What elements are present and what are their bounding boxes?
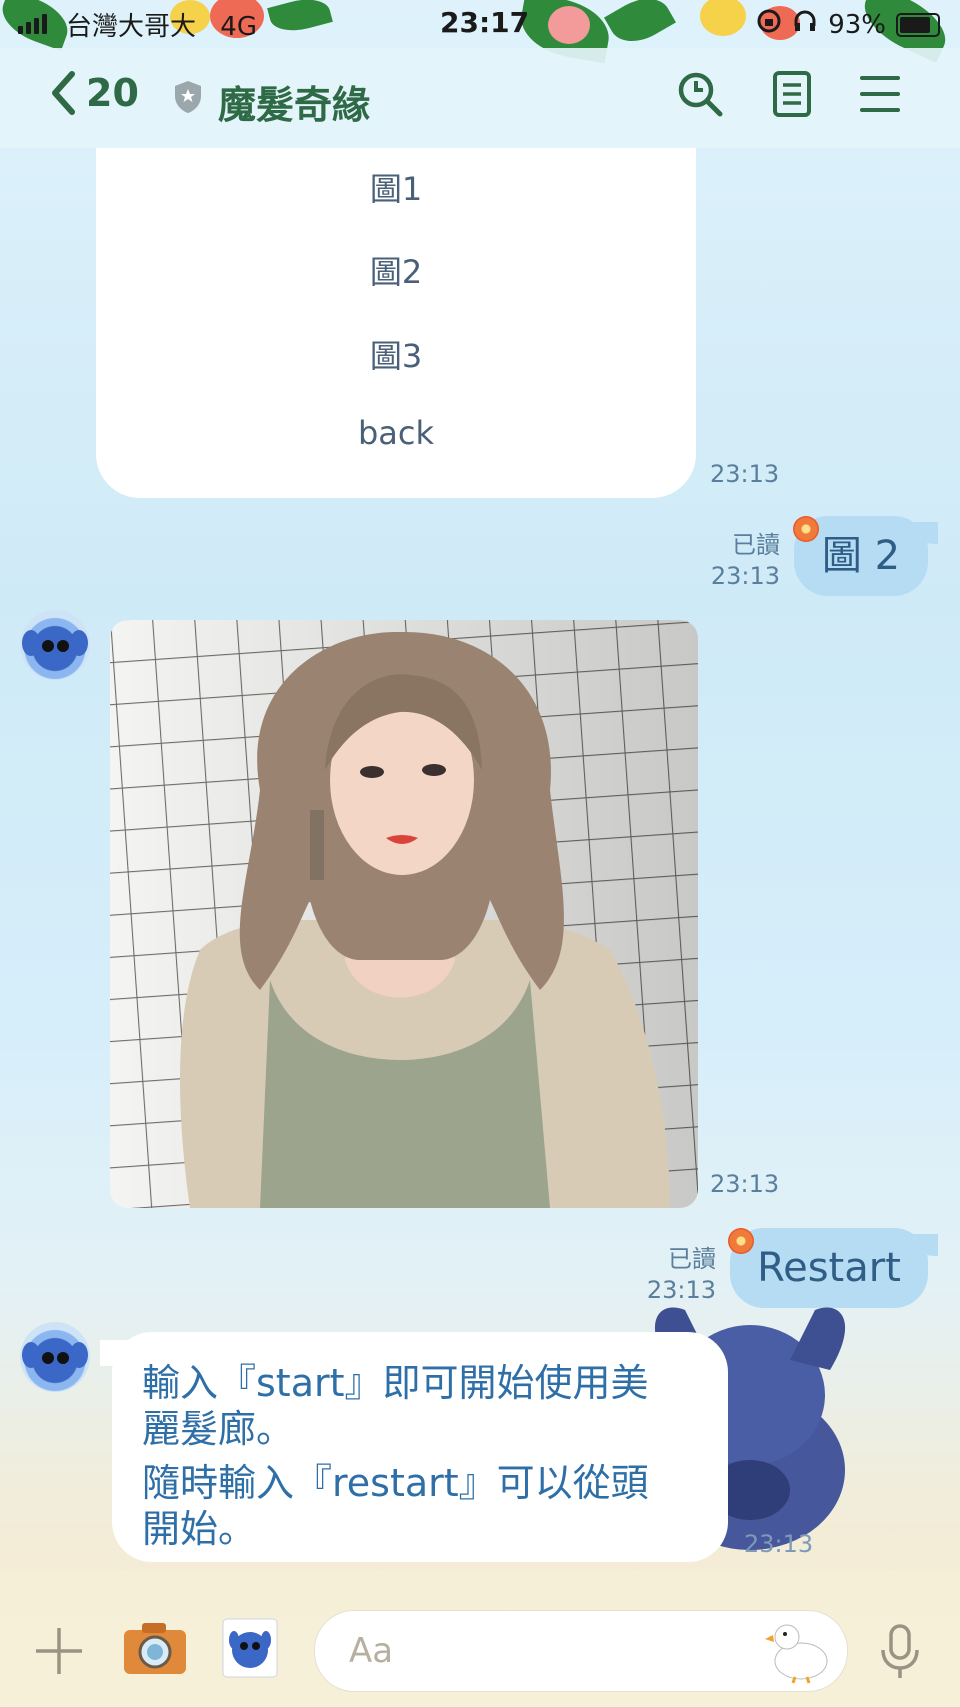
received-message-bubble[interactable]: 輸入『start』即可開始使用美 麗髮廊。 隨時輸入『restart』可以從頭 … [100,1332,728,1562]
carrier-label: 台灣大哥大 4G [66,6,257,43]
battery-percent: 93% [828,9,886,40]
message-input[interactable]: Aa [314,1610,848,1692]
shield-icon [174,80,202,114]
battery-icon [896,12,940,37]
carrier-name: 台灣大哥大 [66,12,197,42]
flower-decoration [700,0,746,36]
read-receipt: 已讀 23:13 [636,1244,716,1306]
headphones-icon [792,8,818,41]
duck-sticker-icon[interactable] [765,1617,831,1689]
status-icons: 93% [756,8,940,41]
rotation-lock-icon [756,8,782,41]
microphone-icon[interactable] [880,1624,920,1684]
sent-message-text: Restart [757,1245,901,1291]
search-icon[interactable] [676,70,724,122]
message-time: 23:13 [710,562,780,590]
menu-option-3[interactable]: 圖3 [96,331,696,377]
network-type: 4G [220,12,257,42]
message-time: 23:13 [744,1530,814,1558]
unread-count: 20 [86,71,139,115]
quick-reply-card: 圖1 圖2 圖3 back [96,148,696,498]
avatar[interactable] [20,1322,90,1392]
hibiscus-icon [793,516,819,542]
read-receipt: 已讀 23:13 [700,530,780,592]
menu-option-1[interactable]: 圖1 [96,164,696,210]
menu-option-back[interactable]: back [96,414,696,452]
hibiscus-icon [728,1228,754,1254]
read-label: 已讀 [732,531,780,559]
message-line: 麗髮廊。 [142,1407,295,1451]
composer-bar: Aa [0,1570,960,1707]
chat-title: 魔髮奇緣 [218,83,371,127]
sticker-icon[interactable] [222,1618,278,1682]
leaf-decoration [267,0,333,38]
status-time: 23:17 [440,6,530,39]
chevron-left-icon [50,70,76,116]
read-label: 已讀 [668,1245,716,1273]
message-time: 23:13 [710,460,780,488]
back-button[interactable]: 20 [50,70,139,116]
camera-icon[interactable] [122,1620,188,1680]
message-time: 23:13 [710,1170,780,1198]
plus-icon[interactable] [34,1626,84,1680]
sent-message-bubble[interactable]: Restart [730,1228,938,1308]
menu-option-2[interactable]: 圖2 [96,247,696,293]
leaf-decoration [604,0,676,53]
signal-icon [18,14,47,34]
hairstyle-photo[interactable] [110,620,698,1208]
message-line: 開始。 [142,1507,257,1551]
sent-message-text: 圖 2 [821,533,901,579]
message-input-placeholder: Aa [349,1631,394,1671]
avatar[interactable] [20,610,90,680]
flower-decoration [548,6,590,44]
chat-header: 20 魔髮奇緣 [0,48,960,148]
status-bar: 台灣大哥大 4G 23:17 93% [0,0,960,64]
notes-icon[interactable] [772,70,812,122]
menu-icon[interactable] [858,70,902,122]
